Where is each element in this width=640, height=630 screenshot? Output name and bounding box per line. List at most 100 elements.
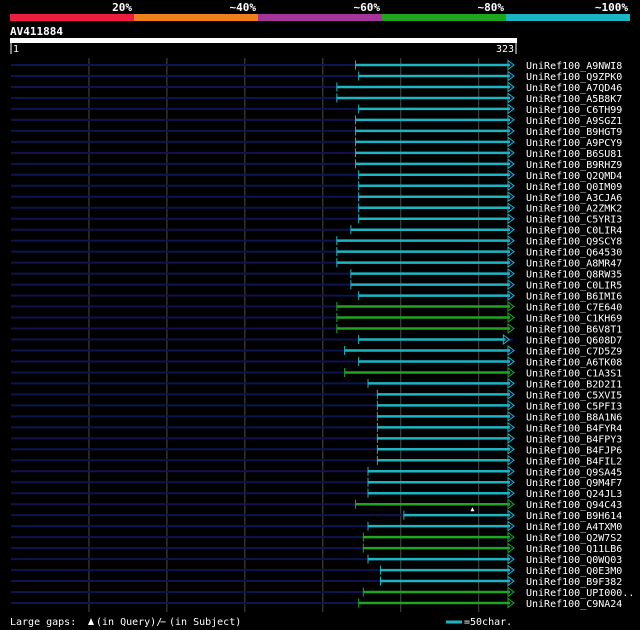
hit-row[interactable]: UniRef100_A2ZMK2: [11, 202, 622, 215]
hit-label[interactable]: UniRef100_C5XVI5: [526, 390, 622, 401]
hit-label[interactable]: UniRef100_Q2QMD4: [526, 171, 622, 182]
hit-label[interactable]: UniRef100_C1KH69: [526, 314, 622, 325]
hit-row[interactable]: UniRef100_B8A1N6: [11, 410, 622, 424]
hit-row[interactable]: UniRef100_C1A3S1: [11, 366, 622, 380]
hit-row[interactable]: UniRef100_Q9ZPK0: [11, 70, 622, 83]
hit-label[interactable]: UniRef100_B9RHZ9: [526, 160, 622, 171]
hit-row[interactable]: UniRef100_Q0E3M0: [11, 564, 622, 578]
hit-label[interactable]: UniRef100_B4FJP6: [526, 445, 622, 456]
hit-row[interactable]: UniRef100_B6SU81: [11, 147, 622, 160]
hit-row[interactable]: UniRef100_C0LIR5: [11, 279, 622, 292]
hit-label[interactable]: UniRef100_Q9SCY8: [526, 237, 622, 248]
legend-label: ~100%: [595, 1, 628, 14]
hit-row[interactable]: UniRef100_B2D2I1: [11, 377, 622, 391]
hit-label[interactable]: UniRef100_A9NWI8: [526, 61, 622, 72]
hit-label[interactable]: UniRef100_B8A1N6: [526, 412, 622, 423]
hit-row[interactable]: UniRef100_A5B8K7: [11, 92, 622, 105]
hit-row[interactable]: UniRef100_B4FYR4: [11, 421, 622, 435]
hit-row[interactable]: UniRef100_A9NWI8: [11, 59, 622, 73]
hit-row[interactable]: UniRef100_B9HGT9: [11, 125, 622, 138]
hit-label[interactable]: UniRef100_A6TK08: [526, 357, 622, 368]
hit-row[interactable]: UniRef100_Q0WQ03: [11, 553, 622, 567]
hit-row[interactable]: UniRef100_C7D5Z9: [11, 344, 622, 358]
hit-row[interactable]: UniRef100_A6TK08: [11, 355, 622, 369]
hit-row[interactable]: UniRef100_C5YRI3: [11, 213, 622, 226]
hit-label[interactable]: UniRef100_B9HGT9: [526, 127, 622, 138]
hit-label[interactable]: UniRef100_Q11LB6: [526, 544, 622, 555]
hit-row[interactable]: UniRef100_Q2QMD4: [11, 169, 622, 182]
hit-label[interactable]: UniRef100_Q94C43: [526, 500, 622, 511]
hit-row[interactable]: UniRef100_Q8RW35: [11, 268, 622, 281]
hit-label[interactable]: UniRef100_B6SU81: [526, 149, 622, 160]
hit-row[interactable]: UniRef100_B4FPY3: [11, 432, 622, 446]
hit-label[interactable]: UniRef100_C1A3S1: [526, 368, 622, 379]
hit-label[interactable]: UniRef100_A2ZMK2: [526, 204, 622, 215]
hit-row[interactable]: UniRef100_A9SGZ1: [11, 114, 622, 127]
hit-row[interactable]: UniRef100_Q9SCY8: [11, 235, 622, 248]
hit-label[interactable]: UniRef100_Q0E3M0: [526, 566, 622, 577]
hit-row[interactable]: UniRef100_Q2W7S2: [11, 531, 622, 545]
hit-label[interactable]: UniRef100_C7D5Z9: [526, 346, 622, 357]
hit-row[interactable]: UniRef100_Q24JL3: [11, 487, 622, 501]
hit-label[interactable]: UniRef100_A9SGZ1: [526, 116, 622, 127]
hit-label[interactable]: UniRef100_C0LIR4: [526, 226, 622, 237]
hit-label[interactable]: UniRef100_B6V8T1: [526, 325, 622, 336]
hit-row[interactable]: UniRef100_B4FJP6: [11, 443, 622, 457]
hit-label[interactable]: UniRef100_B4FPY3: [526, 434, 622, 445]
hit-label[interactable]: UniRef100_B9F382: [526, 577, 622, 588]
hit-row[interactable]: UniRef100_C5PFI3: [11, 399, 622, 413]
hit-label[interactable]: UniRef100_A8MR47: [526, 259, 622, 270]
hit-label[interactable]: UniRef100_Q0IM09: [526, 182, 622, 193]
hit-row[interactable]: UniRef100_Q94C43: [11, 498, 622, 512]
hit-label[interactable]: UniRef100_C6TH99: [526, 105, 622, 116]
hit-row[interactable]: UniRef100_B9H614: [11, 509, 622, 523]
hit-label[interactable]: UniRef100_Q9M4F7: [526, 478, 622, 489]
hit-row[interactable]: UniRef100_B9RHZ9: [11, 158, 622, 171]
hit-label[interactable]: UniRef100_Q8RW35: [526, 270, 622, 281]
hit-label[interactable]: UniRef100_Q2W7S2: [526, 533, 622, 544]
hit-row[interactable]: UniRef100_C0LIR4: [11, 224, 622, 237]
hit-label[interactable]: UniRef100_C0LIR5: [526, 281, 622, 292]
hit-row[interactable]: UniRef100_B6IMI6: [11, 290, 622, 303]
hit-label[interactable]: UniRef100_Q0WQ03: [526, 555, 622, 566]
hit-label[interactable]: UniRef100_B2D2I1: [526, 379, 622, 390]
hit-row[interactable]: UniRef100_A8MR47: [11, 257, 622, 270]
hit-label[interactable]: UniRef100_B9H614: [526, 511, 622, 522]
hit-row[interactable]: UniRef100_A3CJA6: [11, 191, 622, 204]
hit-row[interactable]: UniRef100_B9F382: [11, 575, 622, 589]
hit-label[interactable]: UniRef100_A3CJA6: [526, 193, 622, 204]
hit-label[interactable]: UniRef100_A5B8K7: [526, 94, 622, 105]
hit-row[interactable]: UniRef100_Q0IM09: [11, 180, 622, 193]
hit-label[interactable]: UniRef100_Q9SA45: [526, 467, 622, 478]
hit-label[interactable]: UniRef100_A9PCY9: [526, 138, 622, 149]
hit-row[interactable]: UniRef100_B4FIL2: [11, 454, 622, 468]
hit-row[interactable]: UniRef100_Q11LB6: [11, 542, 622, 556]
hit-row[interactable]: UniRef100_C9NA24: [11, 597, 622, 611]
hit-label[interactable]: UniRef100_C5YRI3: [526, 215, 622, 226]
hit-label[interactable]: UniRef100_C9NA24: [526, 599, 622, 610]
hit-row[interactable]: UniRef100_C5XVI5: [11, 388, 622, 402]
hit-label[interactable]: UniRef100_B4FYR4: [526, 423, 622, 434]
hit-row[interactable]: UniRef100_C6TH99: [11, 103, 622, 116]
hit-row[interactable]: UniRef100_Q9M4F7: [11, 476, 622, 490]
hit-label[interactable]: UniRef100_A7QD46: [526, 83, 622, 94]
hit-row[interactable]: UniRef100_Q608D7: [11, 334, 622, 347]
hit-label[interactable]: UniRef100_Q24JL3: [526, 489, 622, 500]
hit-label[interactable]: UniRef100_UPI000..: [526, 588, 634, 599]
hit-label[interactable]: UniRef100_Q64530: [526, 248, 622, 259]
hit-row[interactable]: UniRef100_Q9SA45: [11, 465, 622, 479]
hit-row[interactable]: UniRef100_A4TXM0: [11, 520, 622, 534]
hit-row[interactable]: UniRef100_Q64530: [11, 246, 622, 259]
hit-label[interactable]: UniRef100_B6IMI6: [526, 292, 622, 303]
hit-label[interactable]: UniRef100_B4FIL2: [526, 456, 622, 467]
hit-row[interactable]: UniRef100_B6V8T1: [11, 323, 622, 336]
hit-label[interactable]: UniRef100_C5PFI3: [526, 401, 622, 412]
hit-row[interactable]: UniRef100_A9PCY9: [11, 136, 622, 149]
hit-label[interactable]: UniRef100_Q608D7: [526, 336, 622, 347]
hit-row[interactable]: UniRef100_C7E640: [11, 301, 622, 314]
hit-row[interactable]: UniRef100_C1KH69: [11, 312, 622, 325]
hit-label[interactable]: UniRef100_C7E640: [526, 303, 622, 314]
hit-label[interactable]: UniRef100_Q9ZPK0: [526, 72, 622, 83]
hit-row[interactable]: UniRef100_A7QD46: [11, 81, 622, 94]
hit-label[interactable]: UniRef100_A4TXM0: [526, 522, 622, 533]
